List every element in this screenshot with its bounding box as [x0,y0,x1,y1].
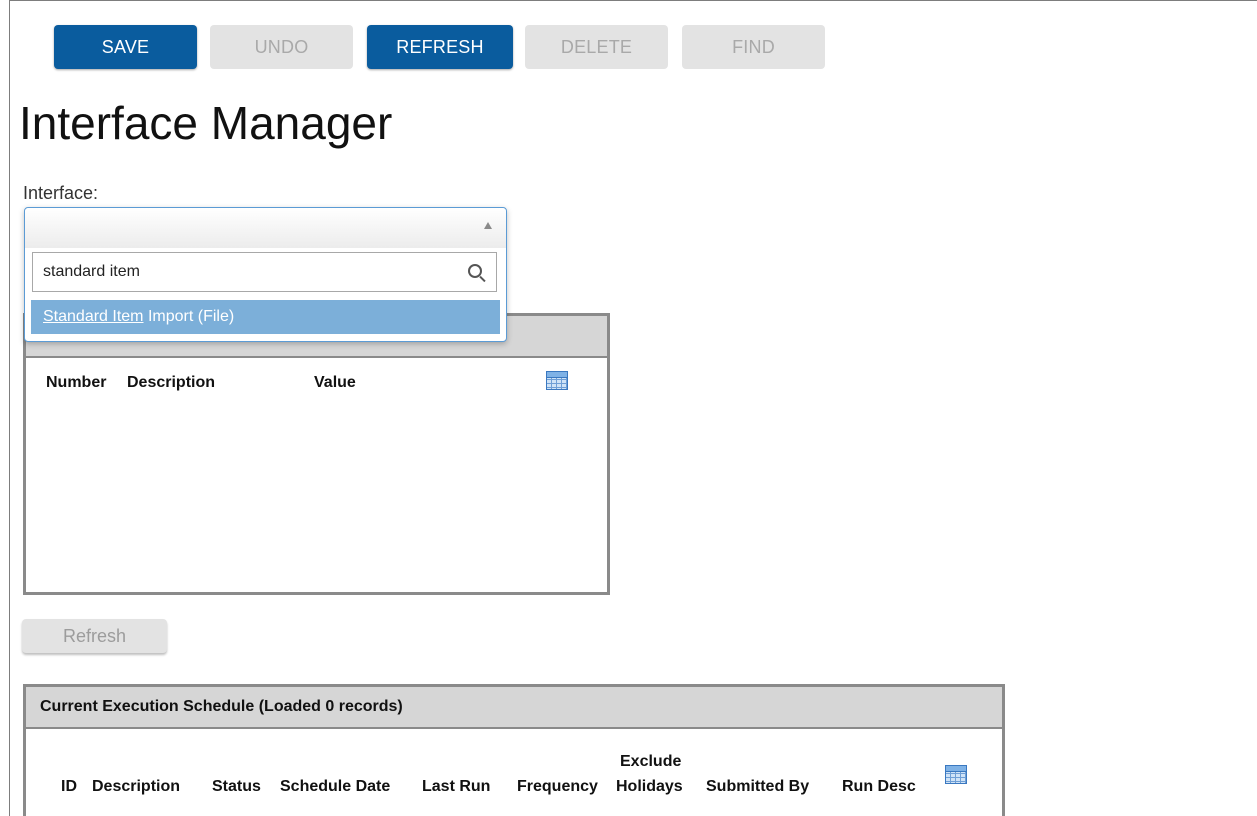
column-header-description[interactable]: Description [92,778,180,796]
column-header-exclude[interactable]: Exclude [620,753,681,771]
search-icon [468,264,482,278]
dropdown-option-standard-item-import[interactable]: Standard Item Import (File) [31,300,500,334]
find-button[interactable]: FIND [682,25,825,69]
interface-search-input[interactable]: standard item [32,252,497,292]
interface-search-value: standard item [43,263,140,280]
column-header-description[interactable]: Description [127,374,215,392]
interface-select[interactable] [25,208,506,248]
parameters-grid: Number Description Value [23,313,610,595]
column-header-submitted-by[interactable]: Submitted By [706,778,809,796]
delete-button[interactable]: DELETE [525,25,668,69]
grid-columns-icon[interactable] [546,371,568,390]
column-header-holidays[interactable]: Holidays [616,778,683,796]
refresh-toolbar-button[interactable]: REFRESH [367,25,513,69]
execution-schedule-grid: Current Execution Schedule (Loaded 0 rec… [23,684,1005,816]
refresh-button[interactable]: Refresh [22,619,167,653]
save-button[interactable]: SAVE [54,25,197,69]
interface-label: Interface: [23,183,99,203]
column-header-number[interactable]: Number [46,374,106,392]
column-header-status[interactable]: Status [212,778,261,796]
column-header-id[interactable]: ID [61,778,77,796]
schedule-grid-title: Current Execution Schedule (Loaded 0 rec… [26,687,1002,729]
interface-dropdown[interactable]: standard item Standard Item Import (File… [24,207,507,342]
column-header-last-run[interactable]: Last Run [422,778,490,796]
dropdown-arrow-icon[interactable] [484,222,492,229]
column-header-frequency[interactable]: Frequency [517,778,598,796]
page-title: Interface Manager [19,97,393,149]
option-rest-text: Import (File) [143,308,235,325]
column-header-schedule-date[interactable]: Schedule Date [280,778,390,796]
grid-columns-icon[interactable] [945,765,967,784]
column-header-run-desc[interactable]: Run Desc [842,778,916,796]
undo-button[interactable]: UNDO [210,25,353,69]
option-match-text: Standard Item [43,308,144,325]
column-header-value[interactable]: Value [314,374,356,392]
